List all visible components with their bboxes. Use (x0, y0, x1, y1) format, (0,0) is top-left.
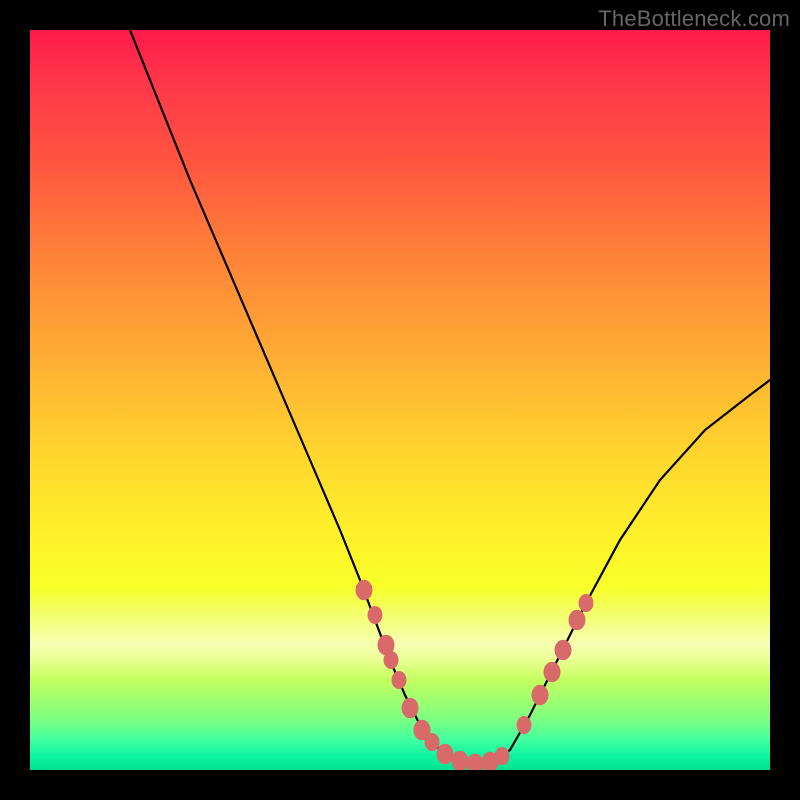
bead-marker (438, 745, 452, 763)
bead-marker (393, 673, 405, 688)
bead-marker (403, 699, 417, 717)
marker-beads (357, 581, 592, 770)
bead-marker (369, 608, 381, 623)
chart-svg (30, 30, 770, 770)
bead-marker (496, 749, 508, 764)
bead-marker (556, 641, 570, 659)
bottleneck-curve (130, 30, 770, 764)
bead-marker (468, 755, 482, 770)
bead-marker (385, 653, 397, 668)
bead-marker (545, 663, 559, 681)
bead-marker (426, 735, 438, 750)
bead-marker (518, 718, 530, 733)
bead-marker (357, 581, 371, 599)
bead-marker (580, 596, 592, 611)
plot-area (30, 30, 770, 770)
watermark-text: TheBottleneck.com (598, 6, 790, 32)
bead-marker (453, 752, 467, 770)
bead-marker (533, 686, 547, 704)
bead-marker (570, 611, 584, 629)
curve-group (130, 30, 770, 764)
